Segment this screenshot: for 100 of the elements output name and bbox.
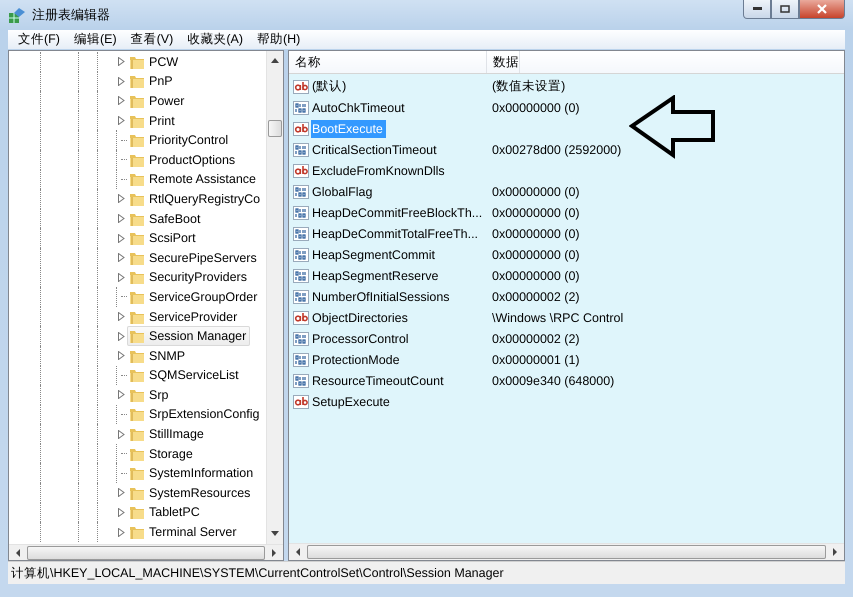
- expand-arrow-icon[interactable]: [118, 253, 124, 262]
- string-value-icon: [293, 310, 309, 326]
- tree-item[interactable]: RtlQueryRegistryCo: [127, 188, 264, 209]
- binary-value-icon: [293, 268, 309, 284]
- expand-arrow-icon[interactable]: [118, 351, 124, 360]
- binary-value-icon: [293, 330, 309, 346]
- expand-arrow-icon[interactable]: [118, 508, 124, 517]
- tree-item[interactable]: SrpExtensionConfig: [127, 404, 264, 424]
- scroll-left-icon[interactable]: [294, 548, 302, 556]
- value-name[interactable]: ObjectDirectories: [311, 308, 411, 326]
- folder-icon: [129, 132, 145, 148]
- minimize-button[interactable]: [743, 0, 771, 19]
- value-name[interactable]: (默认): [311, 76, 350, 97]
- scroll-right-icon[interactable]: [831, 548, 839, 556]
- tree-item[interactable]: Session Manager: [127, 326, 250, 346]
- menu-item[interactable]: 查看(V): [124, 31, 180, 48]
- scroll-down-icon[interactable]: [271, 531, 279, 536]
- tree-item[interactable]: ServiceGroupOrder: [127, 286, 262, 307]
- tree-item[interactable]: SafeBoot: [127, 208, 204, 229]
- column-header[interactable]: 数据: [487, 51, 520, 73]
- tree-item[interactable]: SystemResources: [127, 482, 254, 503]
- menu-item[interactable]: 文件(F): [12, 31, 66, 48]
- tree-item[interactable]: ScsiPort: [127, 228, 200, 248]
- value-name[interactable]: AutoChkTimeout: [311, 98, 408, 116]
- expand-arrow-icon[interactable]: [118, 57, 124, 66]
- expand-arrow-icon[interactable]: [118, 312, 124, 322]
- tree-item[interactable]: Power: [127, 90, 188, 111]
- menu-item[interactable]: 帮助(H): [250, 31, 306, 48]
- value-name[interactable]: GlobalFlag: [311, 182, 376, 200]
- scrollbar-thumb[interactable]: [307, 545, 826, 559]
- value-name[interactable]: HeapDeCommitTotalFreeTh...: [311, 224, 482, 242]
- value-data: 0x00000002 (2): [491, 332, 580, 346]
- expand-arrow-icon[interactable]: [118, 390, 124, 400]
- menu-item[interactable]: 收藏夹(A): [181, 31, 249, 48]
- tree-item[interactable]: PnP: [127, 71, 177, 92]
- expand-arrow-icon[interactable]: [118, 234, 124, 243]
- folder-icon: [129, 426, 145, 442]
- value-name[interactable]: ProtectionMode: [311, 350, 403, 368]
- tree-item[interactable]: Print: [127, 110, 179, 131]
- menu-item[interactable]: 编辑(E): [68, 31, 123, 48]
- value-data: (数值未设置): [491, 78, 566, 95]
- tree-item[interactable]: StillImage: [127, 424, 208, 444]
- expand-arrow-icon[interactable]: [118, 430, 124, 439]
- tree-item[interactable]: Srp: [127, 384, 172, 405]
- expand-arrow-icon[interactable]: [118, 194, 124, 204]
- maximize-icon: [780, 5, 790, 13]
- minimize-icon: [752, 7, 762, 11]
- tree-item[interactable]: PCW: [127, 52, 182, 72]
- binary-value-icon: [293, 226, 309, 242]
- tree-item[interactable]: Terminal Server: [127, 522, 241, 542]
- value-name[interactable]: ProcessorControl: [311, 330, 412, 348]
- value-name[interactable]: ExcludeFromKnownDlls: [311, 162, 448, 180]
- column-header[interactable]: 名称: [289, 51, 487, 73]
- vertical-scrollbar[interactable]: [266, 51, 283, 544]
- string-value-icon: [293, 120, 309, 136]
- tree-item[interactable]: Storage: [127, 444, 197, 464]
- scrollbar-thumb[interactable]: [27, 546, 265, 560]
- value-data: \Windows \RPC Control: [491, 310, 624, 324]
- scroll-left-icon[interactable]: [14, 549, 22, 557]
- value-name[interactable]: SetupExecute: [311, 392, 393, 410]
- tree-item[interactable]: PriorityControl: [127, 130, 232, 150]
- tree-item[interactable]: SNMP: [127, 346, 190, 366]
- horizontal-scrollbar[interactable]: [289, 543, 844, 560]
- string-value-icon: [293, 394, 309, 410]
- tree-item[interactable]: SQMServiceList: [127, 365, 243, 386]
- value-data: 0x00000000 (0): [491, 184, 580, 198]
- value-name[interactable]: HeapDeCommitFreeBlockTh...: [311, 204, 486, 222]
- tree-item[interactable]: Remote Assistance: [127, 169, 260, 190]
- expand-arrow-icon[interactable]: [118, 528, 124, 537]
- value-name[interactable]: NumberOfInitialSessions: [311, 288, 453, 306]
- value-name[interactable]: HeapSegmentReserve: [311, 266, 442, 284]
- window-title: 注册表编辑器: [32, 6, 110, 24]
- tree-item[interactable]: TabletPC: [127, 502, 204, 522]
- scrollbar-thumb[interactable]: [268, 120, 282, 137]
- binary-value-icon: [293, 184, 309, 200]
- value-name[interactable]: HeapSegmentCommit: [311, 246, 438, 264]
- folder-icon: [129, 367, 145, 384]
- binary-value-icon: [293, 204, 309, 220]
- string-value-icon: [293, 162, 309, 178]
- expand-arrow-icon[interactable]: [118, 272, 124, 282]
- expand-arrow-icon[interactable]: [118, 76, 124, 86]
- close-button[interactable]: [799, 0, 845, 19]
- scroll-up-icon[interactable]: [271, 58, 279, 63]
- horizontal-scrollbar[interactable]: [9, 544, 283, 560]
- value-name[interactable]: CriticalSectionTimeout: [311, 140, 440, 158]
- expand-arrow-icon[interactable]: [118, 214, 124, 224]
- folder-icon: [129, 406, 145, 422]
- expand-arrow-icon[interactable]: [118, 116, 124, 126]
- expand-arrow-icon[interactable]: [118, 332, 124, 341]
- tree-item[interactable]: ProductOptions: [127, 150, 240, 170]
- expand-arrow-icon[interactable]: [118, 96, 124, 106]
- expand-arrow-icon[interactable]: [118, 488, 124, 498]
- binary-value-icon: [293, 372, 309, 388]
- tree-item[interactable]: ServiceProvider: [127, 306, 242, 327]
- tree-item[interactable]: SecurityProviders: [127, 267, 251, 288]
- tree-item[interactable]: SystemInformation: [127, 463, 258, 484]
- value-name[interactable]: ResourceTimeoutCount: [311, 372, 447, 390]
- scroll-right-icon[interactable]: [270, 549, 278, 557]
- maximize-button[interactable]: [771, 0, 799, 19]
- tree-item[interactable]: SecurePipeServers: [127, 248, 261, 268]
